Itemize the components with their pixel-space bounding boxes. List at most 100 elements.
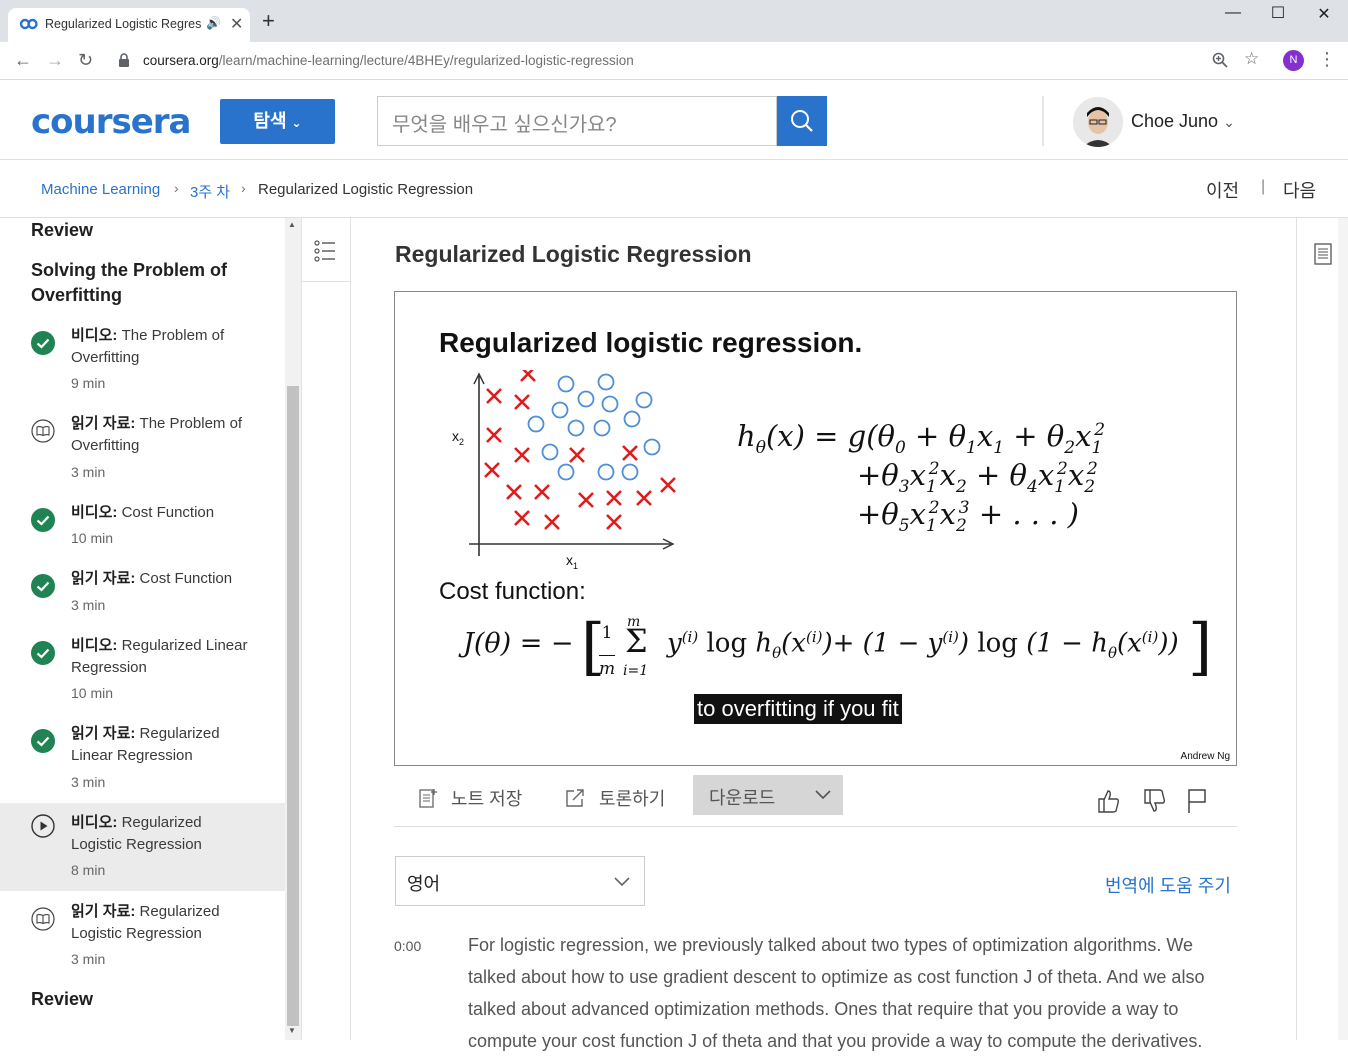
blue-circle-marker [597, 463, 615, 481]
red-cross-marker [484, 462, 500, 478]
forward-icon[interactable]: → [46, 50, 64, 71]
document-icon[interactable] [1313, 242, 1333, 266]
language-select[interactable]: 영어 [395, 856, 645, 906]
blue-circle-marker [643, 438, 661, 456]
toc-toggle-button[interactable] [302, 218, 350, 282]
video-player[interactable]: Regularized logistic regression. x2 x1 h… [394, 291, 1237, 766]
red-cross-marker [486, 427, 502, 443]
red-cross-marker [569, 447, 585, 463]
close-tab-icon[interactable]: ✕ [230, 14, 243, 34]
blue-circle-marker [577, 390, 595, 408]
explore-label: 탐색 [253, 111, 287, 131]
back-icon[interactable]: ← [14, 50, 32, 71]
sidebar-item-label: 비디오: The Problem of Overfitting [71, 327, 225, 366]
sidebar-item-label: 비디오: Regularized Logistic Regression [71, 814, 202, 853]
x-axis-label: x1 [566, 552, 579, 571]
sidebar-item-duration: 3 min [71, 597, 106, 613]
user-photo-icon [1073, 97, 1123, 147]
cost-function-formula: J(θ) = − [463, 628, 574, 659]
scatter-plot-illustration [469, 370, 676, 556]
section-heading[interactable]: Review [31, 218, 93, 243]
thumbs-down-icon[interactable] [1142, 787, 1168, 815]
sidebar-item-label: 읽기 자료: Cost Function [71, 570, 233, 587]
play-circle-icon [31, 814, 55, 838]
page-scrollbar[interactable] [1338, 218, 1348, 1040]
browser-tab-bar: Regularized Logistic Regres 🔊 ✕ + — ☐ ✕ [0, 0, 1348, 42]
list-icon [314, 240, 335, 262]
sidebar-item-reading[interactable]: 읽기 자료: Regularized Logistic Regression 3… [0, 901, 285, 989]
language-value: 영어 [407, 874, 441, 894]
header-divider [1042, 96, 1044, 146]
sidebar-item-reading[interactable]: 읽기 자료: The Problem of Overfitting 3 min [0, 413, 285, 501]
discuss-button[interactable]: 토론하기 [564, 785, 665, 811]
sidebar-item-label: 읽기 자료: Regularized Linear Regression [71, 725, 220, 764]
transcript-timestamp[interactable]: 0:00 [394, 938, 421, 954]
url-field[interactable]: coursera.org/learn/machine-learning/lect… [112, 47, 1272, 75]
window-close-icon[interactable]: ✕ [1304, 4, 1344, 24]
download-label: 다운로드 [709, 788, 776, 808]
y-axis-label: x2 [452, 428, 465, 447]
sidebar-item-video[interactable]: 비디오: The Problem of Overfitting 9 min [0, 325, 285, 413]
red-cross-marker [544, 514, 560, 530]
browser-tab[interactable]: Regularized Logistic Regres 🔊 ✕ [8, 8, 250, 42]
check-circle-icon [31, 641, 55, 665]
user-avatar[interactable] [1073, 97, 1123, 147]
help-translate-link[interactable]: 번역에 도움 주기 [1105, 872, 1231, 898]
right-bracket: ] [1188, 610, 1213, 683]
cost-function-body: y(i) log hθ(x(i))+ (1 − y(i)) log (1 − h… [667, 628, 1179, 662]
search-input[interactable]: 무엇을 배우고 싶으신가요? [377, 96, 777, 146]
transcript-text[interactable]: For logistic regression, we previously t… [468, 929, 1238, 1057]
user-name[interactable]: Choe Juno ⌄ [1131, 111, 1235, 132]
sidebar-item-video[interactable]: 비디오: Regularized Linear Regression 10 mi… [0, 635, 285, 723]
slide-title: Regularized logistic regression. [439, 327, 863, 358]
blue-circle-marker [557, 463, 575, 481]
breadcrumb-course[interactable]: Machine Learning [41, 181, 160, 198]
video-caption: to overfitting if you fit [694, 694, 902, 724]
minimize-icon[interactable]: — [1213, 4, 1253, 22]
cost-function-label: Cost function: [439, 578, 586, 605]
thumbs-up-icon[interactable] [1096, 787, 1122, 815]
explore-button[interactable]: 탐색 ⌄ [220, 99, 335, 144]
check-circle-icon [31, 508, 55, 532]
section-heading[interactable]: Review [31, 987, 93, 1012]
zoom-icon[interactable] [1212, 52, 1228, 68]
profile-avatar[interactable]: N [1283, 50, 1304, 71]
red-cross-marker [534, 484, 550, 500]
search-button[interactable] [777, 96, 827, 146]
bookmark-star-icon[interactable]: ☆ [1244, 49, 1259, 69]
next-link[interactable]: 다음 [1283, 177, 1316, 203]
chevron-down-icon [815, 790, 831, 800]
sidebar-item-duration: 3 min [71, 464, 106, 480]
section-heading[interactable]: Solving the Problem of Overfitting [31, 258, 251, 308]
chevron-down-icon: ⌄ [1223, 114, 1235, 130]
sidebar-item-video-current[interactable]: 비디오: Regularized Logistic Regression 8 m… [0, 803, 285, 891]
sidebar-item-reading[interactable]: 읽기 자료: Regularized Linear Regression 3 m… [0, 723, 285, 811]
save-note-button[interactable]: 노트 저장 [418, 785, 522, 811]
summation-sign: Σ [625, 622, 648, 660]
browser-menu-icon[interactable]: ⋮ [1318, 49, 1336, 70]
sidebar-item-label: 읽기 자료: Regularized Logistic Regression [71, 903, 220, 942]
maximize-icon[interactable]: ☐ [1258, 3, 1298, 23]
red-cross-marker [636, 490, 652, 506]
blue-circle-marker [623, 410, 641, 428]
download-dropdown[interactable]: 다운로드 [693, 775, 843, 815]
red-cross-marker [622, 445, 638, 461]
reload-icon[interactable]: ↻ [78, 50, 93, 71]
speaker-icon[interactable]: 🔊 [206, 16, 221, 30]
blue-circle-marker [557, 375, 575, 393]
flag-icon[interactable] [1186, 787, 1208, 815]
blue-circle-marker [621, 463, 639, 481]
lecture-title: Regularized Logistic Regression [395, 241, 752, 267]
red-cross-marker [660, 477, 676, 493]
scroll-down-icon[interactable]: ▼ [288, 1026, 296, 1035]
red-cross-marker [606, 490, 622, 506]
scroll-up-icon[interactable]: ▲ [288, 220, 296, 229]
previous-link[interactable]: 이전 [1206, 177, 1239, 203]
hypothesis-formula-line3: +θ5x12x23 + . . . ) [857, 497, 1079, 536]
new-tab-icon[interactable]: + [262, 10, 275, 32]
coursera-logo[interactable]: coursera [31, 102, 191, 142]
url-text: coursera.org/learn/machine-learning/lect… [143, 53, 634, 68]
breadcrumb-week[interactable]: 3주 차 [190, 181, 230, 202]
search-icon [791, 110, 813, 132]
sidebar-scrollbar-thumb[interactable] [287, 386, 299, 1026]
